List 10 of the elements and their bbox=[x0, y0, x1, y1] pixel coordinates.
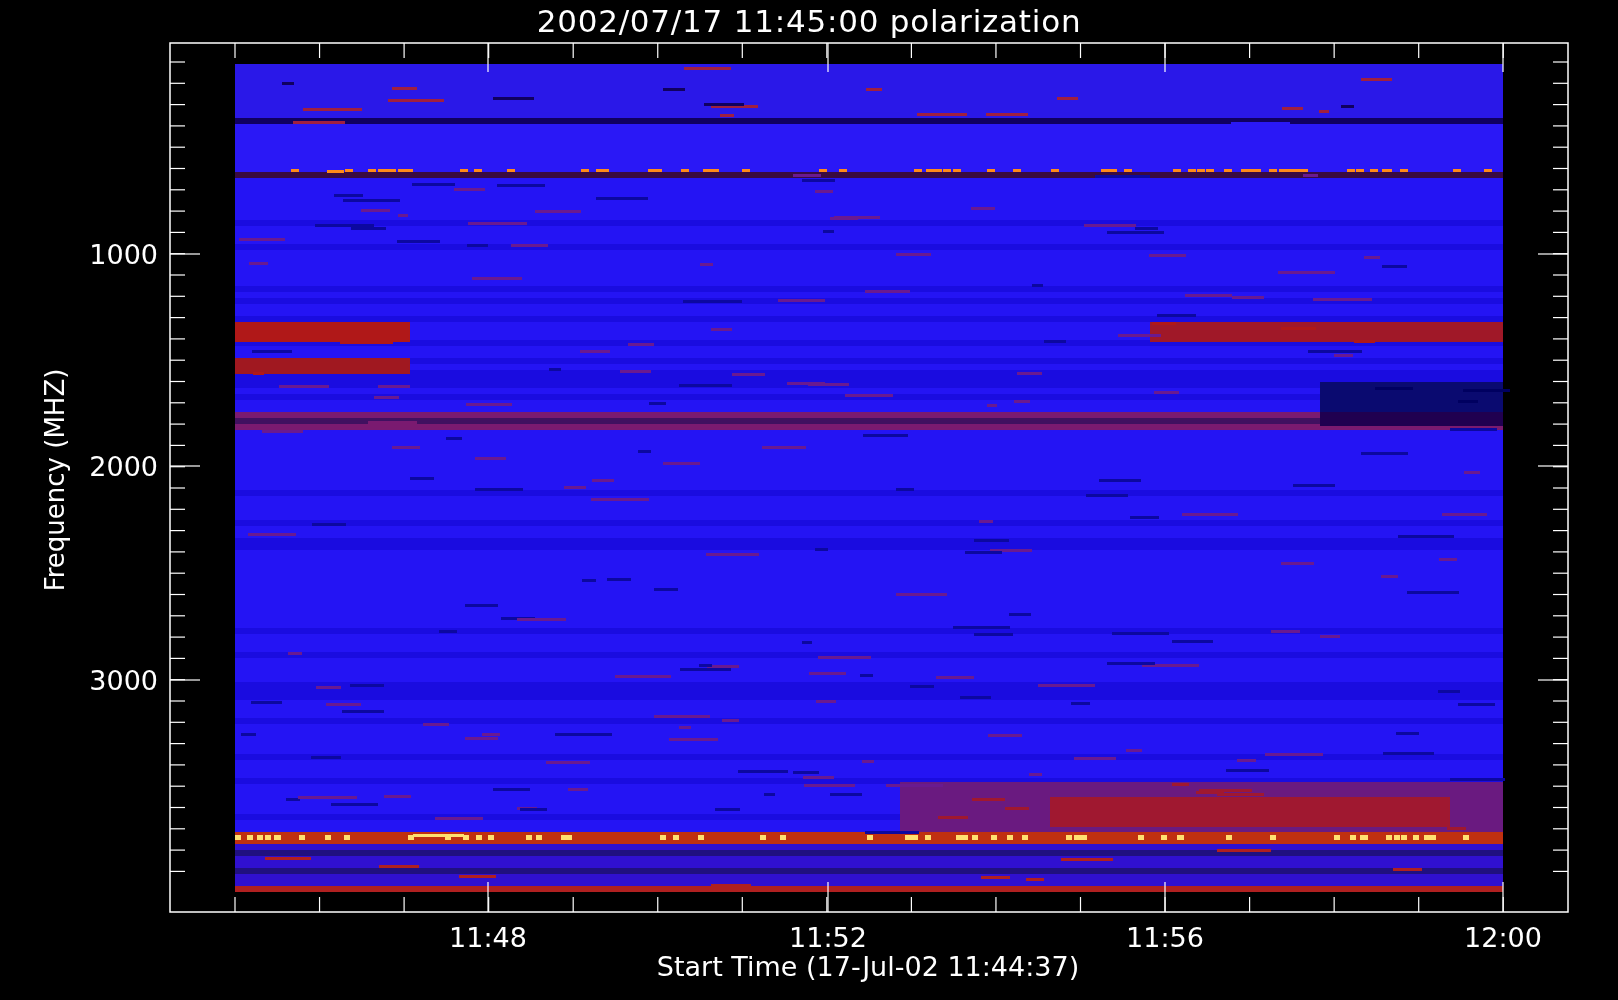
chart-title: 2002/07/17 11:45:00 polarization bbox=[536, 5, 1082, 37]
y-tick-label: 1000 bbox=[89, 239, 158, 270]
y-tick-label: 2000 bbox=[89, 451, 158, 482]
x-tick-label: 12:00 bbox=[1464, 922, 1542, 953]
x-tick-label: 11:52 bbox=[789, 922, 867, 953]
x-axis-label: Start Time (17-Jul-02 11:44:37) bbox=[656, 951, 1080, 982]
x-tick-label: 11:48 bbox=[449, 922, 527, 953]
y-tick-label: 3000 bbox=[89, 665, 158, 696]
y-axis-label: Frequency (MHZ) bbox=[40, 368, 70, 592]
x-tick-label: 11:56 bbox=[1126, 922, 1204, 953]
